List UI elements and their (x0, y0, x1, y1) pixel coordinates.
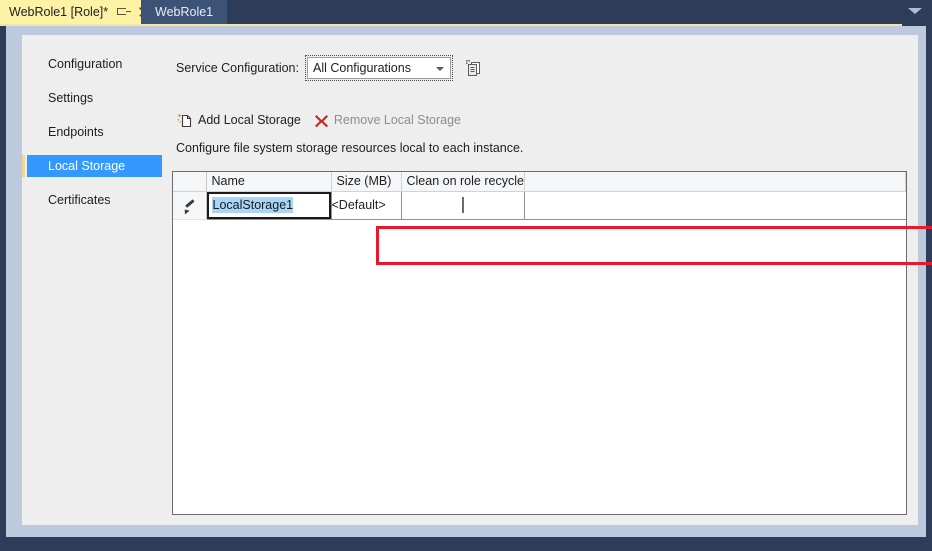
local-storage-table: Name Size (MB) Clean on role recycle (173, 172, 906, 220)
remove-local-storage-label: Remove Local Storage (334, 113, 461, 127)
pencil-edit-icon (183, 199, 196, 212)
local-storage-grid: Name Size (MB) Clean on role recycle (172, 171, 907, 515)
local-storage-pane: Service Configuration: All Configuration… (162, 35, 918, 525)
copy-icon[interactable] (465, 59, 483, 77)
local-storage-toolbar: Add Local Storage Remove Local Storage (171, 109, 467, 131)
tab-webrole1-role[interactable]: WebRole1 [Role]* (0, 0, 160, 24)
column-header-clean-on-role-recycle[interactable]: Clean on role recycle (401, 172, 524, 191)
sidebar-item-certificates[interactable]: Certificates (22, 189, 162, 211)
visual-studio-role-designer-window: WebRole1 [Role]* WebRole1 Configuration … (0, 0, 932, 551)
red-x-icon (313, 112, 330, 129)
service-configuration-select[interactable]: All Configurations (307, 57, 451, 79)
chevron-down-icon (436, 67, 444, 71)
designer-content: Configuration Settings Endpoints Local S… (22, 35, 918, 525)
column-header-name[interactable]: Name (206, 172, 331, 191)
designer-frame: Configuration Settings Endpoints Local S… (6, 26, 926, 537)
pin-icon[interactable] (115, 4, 130, 20)
service-configuration-label: Service Configuration: (176, 61, 299, 75)
row-header-corner (173, 172, 206, 191)
table-header-row: Name Size (MB) Clean on role recycle (173, 172, 906, 191)
designer-sidebar: Configuration Settings Endpoints Local S… (22, 35, 162, 525)
sidebar-item-label: Configuration (48, 57, 122, 71)
sidebar-item-settings[interactable]: Settings (22, 87, 162, 109)
pane-description: Configure file system storage resources … (176, 141, 523, 155)
name-input[interactable]: LocalStorage1 (207, 192, 331, 219)
sidebar-item-configuration[interactable]: Configuration (22, 53, 162, 75)
sidebar-item-label: Local Storage (48, 159, 125, 173)
sidebar-item-label: Settings (48, 91, 93, 105)
sidebar-item-endpoints[interactable]: Endpoints (22, 121, 162, 143)
cell-name[interactable]: LocalStorage1 (206, 191, 331, 219)
column-header-size[interactable]: Size (MB) (331, 172, 401, 191)
clean-on-role-recycle-checkbox[interactable] (462, 197, 464, 213)
service-configuration-row: Service Configuration: All Configuration… (176, 57, 483, 79)
tab-label: WebRole1 [Role]* (9, 0, 108, 24)
sidebar-item-local-storage[interactable]: Local Storage (27, 155, 162, 177)
new-document-icon (177, 112, 194, 129)
cell-filler (524, 191, 906, 219)
remove-local-storage-button[interactable]: Remove Local Storage (307, 109, 467, 131)
cell-size[interactable]: <Default> (331, 191, 401, 219)
service-configuration-value: All Configurations (313, 61, 411, 75)
column-header-filler (524, 172, 906, 191)
table-row[interactable]: LocalStorage1 <Default> (173, 191, 906, 219)
tab-label: WebRole1 (155, 0, 213, 24)
document-tab-strip: WebRole1 [Role]* WebRole1 (0, 0, 932, 24)
tab-webrole1[interactable]: WebRole1 (141, 0, 227, 24)
name-input-value: LocalStorage1 (212, 197, 294, 213)
add-local-storage-label: Add Local Storage (198, 113, 301, 127)
chevron-down-icon[interactable] (908, 6, 922, 18)
row-header-edit-indicator[interactable] (173, 191, 206, 219)
add-local-storage-button[interactable]: Add Local Storage (171, 109, 307, 131)
sidebar-item-label: Endpoints (48, 125, 104, 139)
sidebar-item-label: Certificates (48, 193, 111, 207)
cell-clean-on-role-recycle[interactable] (401, 191, 524, 219)
